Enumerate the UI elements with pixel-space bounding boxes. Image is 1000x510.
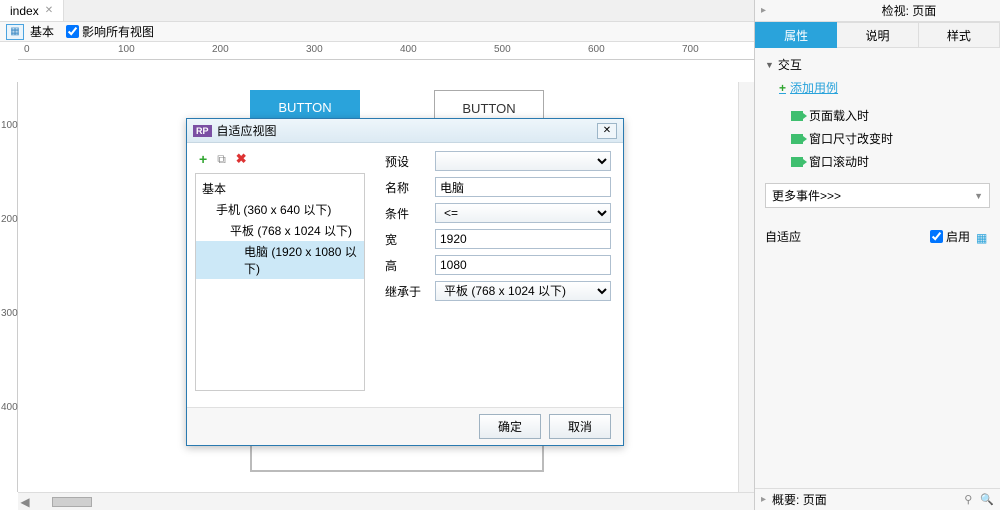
duplicate-view-button[interactable]: ⧉ [217,152,226,167]
chevron-down-icon: ▼ [765,60,774,70]
tree-item[interactable]: 手机 (360 x 640 以下) [196,199,364,220]
tab-label: index [10,4,39,18]
add-view-button[interactable]: + [199,151,207,167]
name-label: 名称 [385,179,435,196]
interactions-section-header[interactable]: ▼ 交互 [765,56,990,73]
scroll-thumb[interactable] [52,497,92,507]
document-tab-index[interactable]: index ✕ [0,0,64,21]
dialog-titlebar[interactable]: RP 自适应视图 ✕ [187,119,623,143]
tree-root[interactable]: 基本 [196,178,364,199]
event-onresize[interactable]: 窗口尺寸改变时 [791,127,990,150]
inspector-panel: ▸ 检视: 页面 属性 说明 样式 ▼ 交互 + 添加用例 页面载入时 窗口尺寸… [754,0,1000,510]
tab-notes[interactable]: 说明 [837,22,918,48]
add-case-label: 添加用例 [790,79,838,96]
filter-icon[interactable]: ⚲ [964,493,972,506]
adaptive-label: 自适应 [765,228,801,245]
scroll-left-icon[interactable]: ◀ [18,495,32,509]
event-onscroll[interactable]: 窗口滚动时 [791,150,990,173]
adaptive-view-icon[interactable]: ▦ [6,24,24,40]
dialog-tree-toolbar: + ⧉ ✖ [195,151,365,167]
ruler-tick: 300 [306,44,323,55]
dialog-close-button[interactable]: ✕ [597,123,617,139]
adaptive-settings-icon[interactable]: ▦ [976,231,990,243]
search-icon[interactable]: 🔍 [980,493,994,506]
ruler-tick: 500 [494,44,511,55]
ruler-tick: 600 [588,44,605,55]
view-toolbar: ▦ 基本 影响所有视图 [0,22,754,42]
collapse-icon[interactable]: ▸ [761,494,766,505]
affect-all-views-label: 影响所有视图 [82,23,154,40]
dialog-title: 自适应视图 [217,122,277,139]
vertical-scrollbar[interactable] [738,82,754,492]
add-case-link[interactable]: + 添加用例 [779,79,990,96]
enable-label: 启用 [946,228,970,245]
outline-title: 概要: 页面 [772,491,827,508]
condition-label: 条件 [385,205,435,222]
event-label: 页面载入时 [809,107,869,124]
inherit-select[interactable]: 平板 (768 x 1024 以下) [435,281,611,301]
tree-item-selected[interactable]: 电脑 (1920 x 1080 以下) [196,241,364,279]
more-events-label: 更多事件>>> [772,187,841,204]
main-area: ▦ 基本 影响所有视图 0 100 200 300 400 500 600 70… [0,22,754,510]
enable-adaptive-checkbox[interactable]: 启用 [930,228,970,245]
affect-all-views-input[interactable] [66,25,79,38]
views-tree[interactable]: 基本 手机 (360 x 640 以下) 平板 (768 x 1024 以下) … [195,173,365,391]
inherit-label: 继承于 [385,283,435,300]
ruler-tick: 200 [1,214,18,225]
ruler-horizontal: 0 100 200 300 400 500 600 700 800 [18,42,754,60]
plus-icon: + [779,81,786,95]
event-label: 窗口尺寸改变时 [809,130,893,147]
ruler-tick: 200 [212,44,229,55]
inspector-title: 检视: 页面 [882,2,937,19]
outline-header: ▸ 概要: 页面 ⚲ 🔍 [755,488,1000,510]
cancel-button[interactable]: 取消 [549,414,611,439]
app-badge-icon: RP [193,125,212,137]
preset-label: 预设 [385,153,435,170]
basic-view-label[interactable]: 基本 [30,23,54,40]
height-input[interactable] [435,255,611,275]
affect-all-views-checkbox[interactable]: 影响所有视图 [66,23,154,40]
width-label: 宽 [385,231,435,248]
ruler-tick: 700 [682,44,699,55]
close-icon[interactable]: ✕ [45,5,53,16]
horizontal-scrollbar[interactable]: ◀ [18,492,754,510]
interactions-label: 交互 [778,56,802,73]
ruler-tick: 300 [1,308,18,319]
tab-style[interactable]: 样式 [919,22,1000,48]
inspector-header: ▸ 检视: 页面 [755,0,1000,22]
event-icon [791,134,803,144]
preset-select[interactable] [435,151,611,171]
delete-view-button[interactable]: ✖ [236,151,247,167]
condition-select[interactable]: <= [435,203,611,223]
ok-button[interactable]: 确定 [479,414,541,439]
event-label: 窗口滚动时 [809,153,869,170]
event-icon [791,111,803,121]
ruler-vertical: 100 200 300 400 [0,82,18,492]
adaptive-views-dialog: RP 自适应视图 ✕ + ⧉ ✖ 基本 手机 (360 x 640 以下) 平板… [186,118,624,446]
name-input[interactable] [435,177,611,197]
enable-adaptive-input[interactable] [930,230,943,243]
more-events-dropdown[interactable]: 更多事件>>> ▼ [765,183,990,208]
collapse-icon[interactable]: ▸ [761,5,766,16]
ruler-tick: 100 [118,44,135,55]
event-icon [791,157,803,167]
tab-properties[interactable]: 属性 [755,22,837,48]
height-label: 高 [385,257,435,274]
ruler-tick: 100 [1,120,18,131]
width-input[interactable] [435,229,611,249]
ruler-tick: 400 [400,44,417,55]
chevron-down-icon: ▼ [974,191,983,201]
ruler-tick: 400 [1,402,18,413]
event-onload[interactable]: 页面载入时 [791,104,990,127]
inspector-tabs: 属性 说明 样式 [755,22,1000,48]
ruler-tick: 0 [24,44,30,55]
tree-item[interactable]: 平板 (768 x 1024 以下) [196,220,364,241]
